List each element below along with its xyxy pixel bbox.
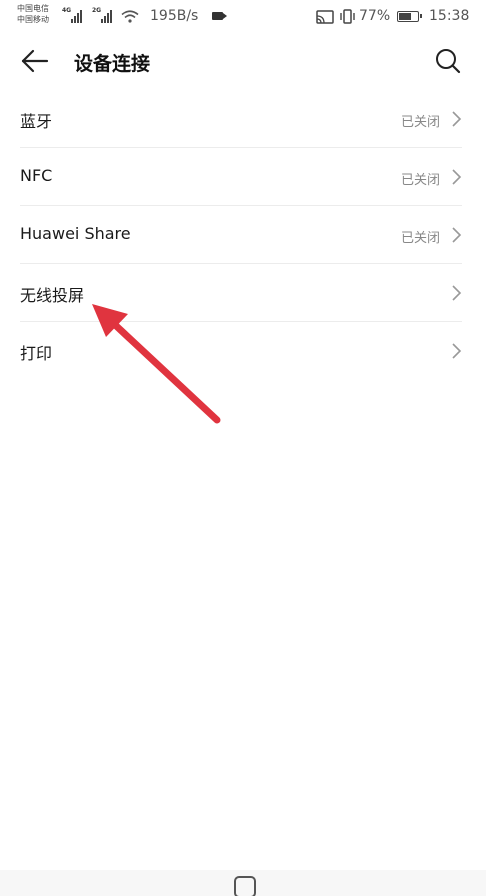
- clock: 15:38: [429, 8, 470, 24]
- setting-label: 打印: [20, 344, 53, 363]
- setting-label: NFC: [20, 166, 53, 185]
- setting-row-bluetooth[interactable]: 蓝牙 已关闭: [0, 90, 486, 148]
- chevron-right-icon: [452, 227, 462, 243]
- app-header: 设备连接: [0, 34, 486, 90]
- search-icon: [436, 49, 461, 74]
- back-button[interactable]: [16, 44, 52, 78]
- cast-icon: [316, 10, 334, 24]
- setting-status: 已关闭: [400, 173, 440, 188]
- settings-list: 蓝牙 已关闭 NFC 已关闭 Huawei Share 已关闭 无线投屏 打印: [0, 90, 486, 380]
- chevron-right-icon: [452, 343, 462, 359]
- chevron-right-icon: [452, 111, 462, 127]
- setting-row-print[interactable]: 打印: [0, 322, 486, 380]
- arrow-left-icon: [21, 49, 49, 73]
- battery-icon: [397, 11, 422, 22]
- search-button[interactable]: [430, 44, 466, 78]
- network-speed: 195B/s: [150, 8, 199, 24]
- status-bar: 中国电信 中国移动 4G 2G 195B/s 77% 15:38: [0, 0, 486, 34]
- setting-row-huawei-share[interactable]: Huawei Share 已关闭: [0, 206, 486, 264]
- navigation-bar: [0, 870, 486, 896]
- carrier-names: 中国电信 中国移动: [17, 3, 49, 25]
- setting-label: Huawei Share: [20, 224, 131, 243]
- wifi-icon: [121, 10, 139, 23]
- battery-percent: 77%: [359, 8, 391, 24]
- signal-sim1-icon: 4G: [62, 7, 82, 23]
- setting-row-wireless-projection[interactable]: 无线投屏: [0, 264, 486, 322]
- signal-sim2-icon: 2G: [92, 7, 112, 23]
- home-button[interactable]: [234, 876, 256, 896]
- setting-status: 已关闭: [400, 231, 440, 246]
- page-title: 设备连接: [74, 53, 151, 75]
- carrier-2: 中国移动: [17, 15, 49, 24]
- screen: 中国电信 中国移动 4G 2G 195B/s 77% 15:38 设备连接 蓝牙…: [0, 0, 486, 896]
- setting-status: 已关闭: [400, 115, 440, 130]
- chevron-right-icon: [452, 169, 462, 185]
- setting-label: 无线投屏: [20, 286, 85, 305]
- setting-row-nfc[interactable]: NFC 已关闭: [0, 148, 486, 206]
- carrier-1: 中国电信: [17, 4, 49, 13]
- setting-label: 蓝牙: [20, 112, 53, 131]
- screen-record-icon: [212, 12, 227, 20]
- chevron-right-icon: [452, 285, 462, 301]
- vibrate-icon: [340, 9, 355, 24]
